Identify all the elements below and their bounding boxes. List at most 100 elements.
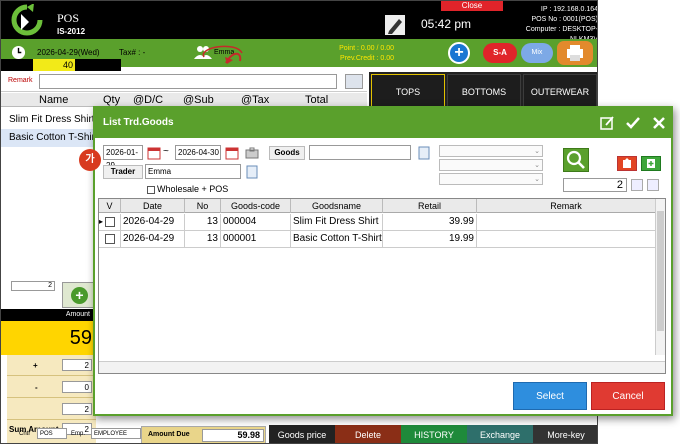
- amount-due: Amount Due 59.98: [141, 426, 266, 443]
- tab-bottoms[interactable]: BOTTOMS: [447, 74, 521, 108]
- history-button[interactable]: HISTORY: [401, 425, 467, 443]
- close-icon[interactable]: [651, 115, 667, 131]
- emp-value[interactable]: EMPLOYEE: [91, 428, 141, 439]
- checkbox[interactable]: [104, 217, 115, 227]
- annotation-badge: 가: [79, 149, 101, 171]
- top-bar: POS IS-2012 Close 05:42 pm IP : 192.168.…: [1, 1, 597, 43]
- cell-date: 2026-04-29: [121, 231, 185, 248]
- cell-no: 13: [185, 231, 221, 248]
- goods-price-button[interactable]: Goods price: [269, 425, 335, 443]
- goods-table: V Date No Goods-code Goodsname Retail Re…: [98, 198, 666, 374]
- table-row[interactable]: ▸ 2026-04-29 13 000004 Slim Fit Dress Sh…: [99, 214, 655, 231]
- plus-value[interactable]: 2: [62, 359, 92, 371]
- toolbox-icon[interactable]: [245, 146, 259, 160]
- calc-value[interactable]: 2: [62, 403, 92, 415]
- horizontal-scrollbar[interactable]: [99, 361, 665, 373]
- col-no: No: [185, 199, 221, 213]
- more-key-button[interactable]: More-key: [533, 425, 597, 443]
- bottom-bar: Cntr POS Emp. EMPLOYEE Amount Due 59.98 …: [1, 425, 597, 443]
- wholesale-checkbox[interactable]: Wholesale + POS: [147, 184, 228, 194]
- amount-label: Amount: [1, 309, 96, 321]
- cell-no: 13: [185, 214, 221, 231]
- checkbox[interactable]: [104, 234, 115, 244]
- cancel-button[interactable]: Cancel: [591, 382, 665, 410]
- printer-button[interactable]: [557, 41, 593, 65]
- category-tabs: TOPS BOTTOMS OUTERWEAR: [369, 72, 597, 110]
- tab-tops[interactable]: TOPS: [371, 74, 445, 108]
- divider: [7, 419, 96, 420]
- vertical-scrollbar[interactable]: [655, 199, 665, 355]
- tax-number: Tax# : -: [119, 48, 146, 57]
- date-to-input[interactable]: 2026-04-30: [175, 145, 221, 160]
- excel-icon[interactable]: [631, 179, 643, 191]
- col-remark: Remark: [550, 201, 582, 211]
- upload-icon: [623, 158, 631, 168]
- table-header: V Date No Goods-code Goodsname Retail Re…: [99, 199, 655, 213]
- status-strip: 40: [1, 59, 121, 71]
- delete-button[interactable]: Delete: [335, 425, 401, 443]
- col-name: Name: [39, 94, 69, 106]
- page-input[interactable]: 2: [563, 178, 627, 192]
- app-version: IS-2012: [57, 27, 86, 36]
- list-item[interactable]: Basic Cotton T-Shirt: [1, 129, 96, 147]
- goods-label: Goods: [269, 146, 305, 160]
- select-button[interactable]: Select: [513, 382, 587, 410]
- keyboard-icon[interactable]: [345, 74, 363, 89]
- row-checkbox[interactable]: ▸: [99, 214, 121, 231]
- add-circle-button[interactable]: +: [448, 42, 470, 64]
- date-from-input[interactable]: 2026-01-29: [103, 145, 143, 170]
- quantity-input[interactable]: 2: [11, 281, 55, 291]
- search-button[interactable]: [563, 148, 589, 172]
- chevron-down-icon: ⌄: [534, 148, 540, 155]
- mix-button[interactable]: Mix: [521, 43, 553, 63]
- calendar-icon[interactable]: [225, 146, 239, 160]
- pen-icon[interactable]: [383, 13, 407, 37]
- edit-icon[interactable]: [599, 115, 615, 131]
- cntr-value[interactable]: POS: [37, 428, 67, 439]
- cell-retail: 19.99: [383, 231, 477, 248]
- annotation-arrow-icon: [202, 45, 243, 64]
- minus-label: -: [35, 383, 38, 392]
- add-item-button[interactable]: +: [62, 282, 94, 308]
- col-goodsname: Goodsname: [291, 199, 383, 213]
- import-button[interactable]: [641, 156, 661, 171]
- items-grid-header: Name Qty @D/C @Sub @Tax Total: [1, 93, 367, 107]
- remark-input[interactable]: [39, 74, 337, 89]
- plus-icon: +: [71, 287, 88, 304]
- remark-row: Remark: [1, 72, 367, 92]
- filter-dropdown-3[interactable]: ⌄: [439, 173, 543, 185]
- sa-button[interactable]: S-A: [483, 43, 517, 63]
- prev-credit-text: Prev.Credit : 0.00: [340, 55, 394, 62]
- print-icon[interactable]: [647, 179, 659, 191]
- export-button[interactable]: [617, 156, 637, 171]
- calendar-icon[interactable]: [147, 146, 161, 160]
- dialog-title-bar: List Trd.Goods: [95, 108, 671, 138]
- check-icon[interactable]: [625, 115, 641, 131]
- filter-dropdown-1[interactable]: ⌄: [439, 145, 543, 157]
- amount-value: 59: [1, 321, 96, 355]
- table-row[interactable]: 2026-04-29 13 000001 Basic Cotton T-Shir…: [99, 231, 655, 248]
- checkbox[interactable]: [147, 185, 155, 194]
- trader-input[interactable]: Emma: [145, 164, 241, 179]
- goods-input[interactable]: [309, 145, 411, 160]
- close-button[interactable]: Close: [441, 1, 503, 11]
- search-icon: [566, 150, 585, 169]
- document-icon[interactable]: [245, 165, 259, 179]
- tab-outerwear[interactable]: OUTERWEAR: [523, 74, 597, 108]
- exchange-button[interactable]: Exchange: [467, 425, 533, 443]
- filter-dropdown-2[interactable]: ⌄: [439, 159, 543, 171]
- minus-value[interactable]: 0: [62, 381, 92, 393]
- amount-due-value: 59.98: [202, 429, 264, 442]
- dialog-title: List Trd.Goods: [103, 117, 174, 128]
- plus-label: +: [33, 361, 38, 370]
- document-icon[interactable]: [417, 146, 431, 160]
- row-checkbox[interactable]: [99, 231, 121, 248]
- scroll-thumb[interactable]: [657, 211, 664, 331]
- col-date: Date: [121, 199, 185, 213]
- emp-label: Emp.: [71, 431, 86, 437]
- printer-icon: [567, 45, 583, 61]
- wholesale-label: Wholesale + POS: [157, 184, 229, 194]
- col-sub: @Sub: [183, 94, 214, 106]
- list-item[interactable]: Slim Fit Dress Shirt: [1, 111, 96, 129]
- point-info: Point : 0.00 / 0.00 Prev.Credit : 0.00: [301, 44, 394, 64]
